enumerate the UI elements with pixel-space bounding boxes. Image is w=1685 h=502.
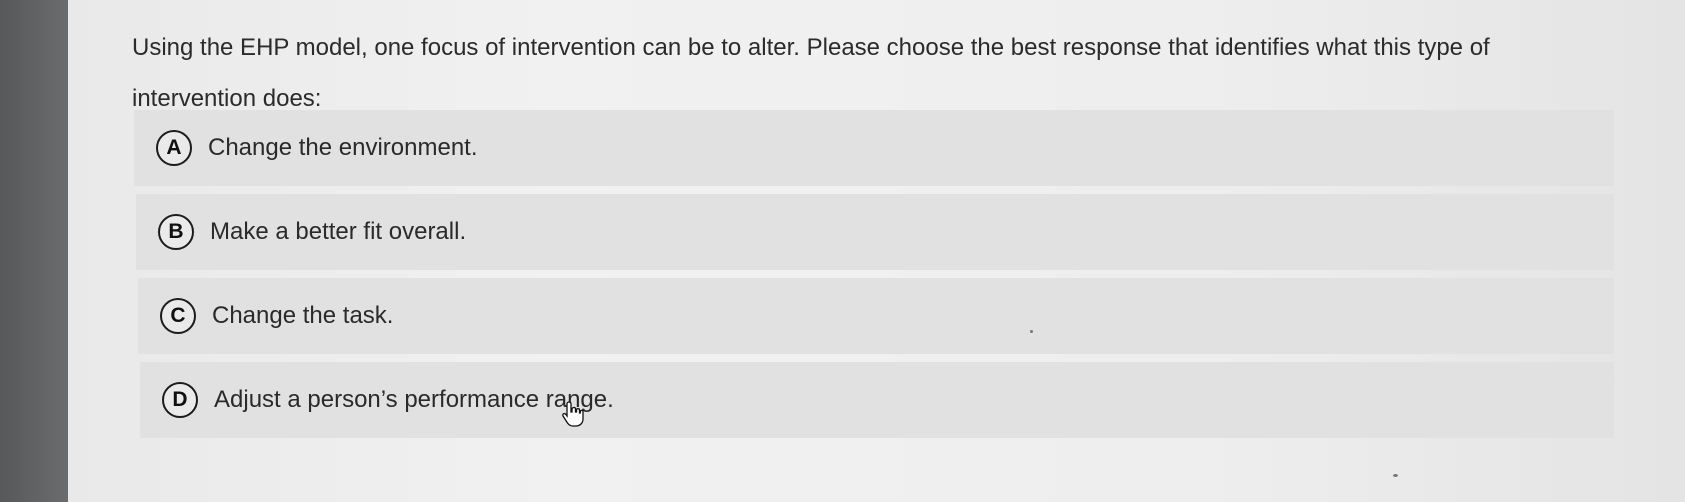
option-a-label: Change the environment.	[208, 134, 478, 161]
answer-options: A Change the environment. B Make a bette…	[134, 110, 1614, 446]
screen-speck	[1030, 330, 1033, 333]
option-d[interactable]: D Adjust a person’s performance range.	[140, 362, 1614, 438]
screen-speck	[1393, 474, 1398, 477]
option-d-letter: D	[162, 382, 198, 418]
question-text: Using the EHP model, one focus of interv…	[132, 34, 1490, 112]
option-c-label: Change the task.	[212, 302, 394, 329]
option-d-label: Adjust a person’s performance range.	[214, 386, 614, 413]
option-c-letter: C	[160, 298, 196, 334]
hand-pointer-icon	[562, 401, 584, 427]
option-b-letter: B	[158, 214, 194, 250]
option-b[interactable]: B Make a better fit overall.	[136, 194, 1614, 270]
option-b-label: Make a better fit overall.	[210, 218, 467, 245]
option-a-letter: A	[156, 130, 192, 166]
option-c[interactable]: C Change the task.	[138, 278, 1614, 354]
screen-bezel	[0, 0, 68, 502]
option-a[interactable]: A Change the environment.	[134, 110, 1614, 186]
